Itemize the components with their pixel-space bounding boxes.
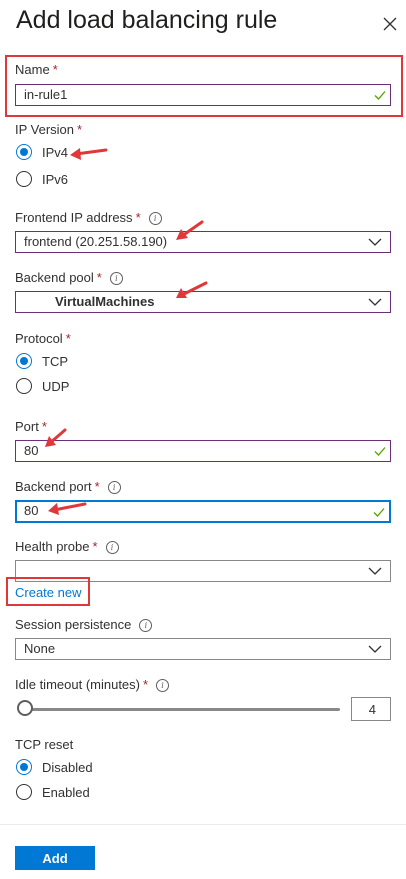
port-input[interactable]: 80 (15, 440, 391, 462)
radio-selected-icon (16, 144, 32, 160)
info-icon[interactable]: i (156, 679, 170, 692)
radio-unselected-icon (16, 784, 32, 800)
tcp-reset-enabled-radio[interactable]: Enabled (16, 783, 90, 801)
checkmark-icon (374, 447, 386, 456)
close-icon (383, 17, 397, 31)
idle-timeout-slider-thumb[interactable] (17, 700, 33, 716)
protocol-tcp-radio[interactable]: TCP (16, 352, 68, 370)
info-icon[interactable]: i (109, 272, 123, 285)
info-icon[interactable]: i (105, 541, 119, 554)
close-button[interactable] (378, 12, 402, 36)
tcp-reset-label: TCP reset (15, 737, 74, 752)
add-button[interactable]: Add (15, 846, 95, 870)
panel-title: Add load balancing rule (16, 6, 278, 34)
ip-version-ipv4-radio[interactable]: IPv4 (16, 143, 68, 161)
frontend-ip-dropdown[interactable]: frontend (20.251.58.190) (15, 231, 391, 253)
chevron-down-icon (368, 567, 382, 575)
backend-pool-dropdown[interactable]: VirtualMachines (15, 291, 391, 313)
backend-port-label: Backend port * i (15, 479, 121, 494)
radio-selected-icon (16, 353, 32, 369)
chevron-down-icon (368, 238, 382, 246)
info-icon[interactable]: i (148, 212, 162, 225)
footer-divider (0, 824, 406, 825)
backend-pool-label: Backend pool * i (15, 270, 123, 285)
info-icon[interactable]: i (139, 619, 153, 632)
frontend-ip-label: Frontend IP address * i (15, 210, 162, 225)
chevron-down-icon (368, 645, 382, 653)
radio-selected-icon (16, 759, 32, 775)
port-label: Port * (15, 419, 47, 434)
arrow-ipv4-icon (70, 148, 108, 160)
idle-timeout-slider-track[interactable] (22, 708, 340, 711)
protocol-udp-radio[interactable]: UDP (16, 377, 69, 395)
idle-timeout-label: Idle timeout (minutes) * i (15, 677, 170, 692)
tcp-reset-disabled-radio[interactable]: Disabled (16, 758, 93, 776)
health-probe-label: Health probe * i (15, 539, 119, 554)
info-icon[interactable]: i (107, 481, 121, 494)
create-new-highlight-box (6, 577, 90, 606)
session-persistence-label: Session persistence i (15, 617, 153, 632)
ip-version-ipv6-radio[interactable]: IPv6 (16, 170, 68, 188)
radio-unselected-icon (16, 171, 32, 187)
name-highlight-box (5, 55, 403, 117)
radio-unselected-icon (16, 378, 32, 394)
backend-port-input[interactable]: 80 (15, 500, 391, 523)
protocol-label: Protocol * (15, 331, 71, 346)
session-persistence-dropdown[interactable]: None (15, 638, 391, 660)
chevron-down-icon (368, 298, 382, 306)
checkmark-icon (373, 508, 385, 517)
idle-timeout-input[interactable]: 4 (351, 697, 391, 721)
ip-version-label: IP Version * (15, 122, 83, 137)
